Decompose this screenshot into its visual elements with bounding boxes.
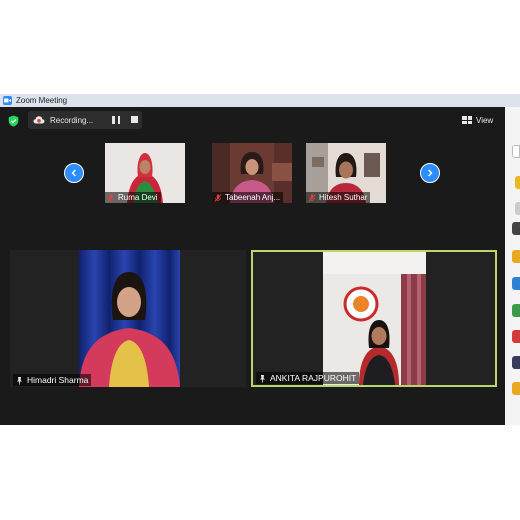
mic-muted-icon — [107, 193, 115, 202]
participant-name: ANKITA RAJPUROHIT — [270, 373, 357, 383]
view-label: View — [476, 115, 494, 125]
pause-icon[interactable] — [112, 116, 120, 124]
zoom-app-icon — [3, 96, 12, 105]
participant-name-tag: Hitesh Suthar — [306, 192, 371, 203]
chevron-right-icon — [428, 169, 433, 177]
pin-icon — [17, 376, 22, 384]
pin-icon — [260, 374, 265, 382]
mic-muted-icon — [308, 193, 316, 202]
participant-name: Hitesh Suthar — [319, 193, 368, 202]
grid-view-icon — [462, 116, 472, 124]
participant-name: Tabeenah Anj... — [225, 193, 281, 202]
panel-item[interactable] — [512, 304, 520, 317]
active-speaker-tile[interactable]: ANKITA RAJPUROHIT — [251, 250, 497, 387]
participant-video-tile[interactable]: Himadri Sharma — [10, 250, 246, 387]
panel-item[interactable] — [512, 356, 520, 369]
next-page-button[interactable] — [420, 163, 440, 183]
participant-thumbnail[interactable]: Ruma Devi — [105, 143, 185, 203]
stop-icon[interactable] — [131, 116, 138, 123]
participant-video — [79, 250, 180, 387]
participant-name: Ruma Devi — [118, 193, 158, 202]
panel-item[interactable] — [512, 382, 520, 395]
panel-item[interactable] — [512, 250, 520, 263]
title-bar: Zoom Meeting — [0, 94, 520, 107]
participant-name-tag: ANKITA RAJPUROHIT — [256, 372, 360, 384]
zoom-screenshot: Zoom Meeting Recording... View Ruma Devi… — [0, 0, 520, 520]
participant-name-tag: Ruma Devi — [105, 192, 161, 203]
recording-label: Recording... — [50, 115, 94, 125]
participant-thumbnail[interactable]: Hitesh Suthar — [306, 143, 386, 203]
previous-page-button[interactable] — [64, 163, 84, 183]
participant-name-tag: Himadri Sharma — [13, 374, 92, 386]
view-button[interactable]: View — [462, 112, 500, 128]
mic-muted-icon — [214, 193, 222, 202]
participant-name-tag: Tabeenah Anj... — [212, 192, 284, 203]
participant-video — [323, 252, 426, 385]
participant-thumbnail[interactable]: Tabeenah Anj... — [212, 143, 292, 203]
panel-item[interactable] — [515, 176, 520, 189]
window-title: Zoom Meeting — [16, 96, 68, 105]
panel-item[interactable] — [512, 222, 520, 235]
panel-item[interactable] — [512, 330, 520, 343]
shield-icon[interactable] — [8, 115, 19, 127]
chevron-left-icon — [71, 169, 76, 177]
participant-name: Himadri Sharma — [27, 375, 89, 385]
recording-indicator[interactable]: Recording... — [28, 111, 142, 129]
cloud-record-icon — [33, 116, 45, 124]
panel-item[interactable] — [515, 202, 520, 215]
panel-item[interactable] — [512, 145, 520, 158]
panel-item[interactable] — [512, 277, 520, 290]
